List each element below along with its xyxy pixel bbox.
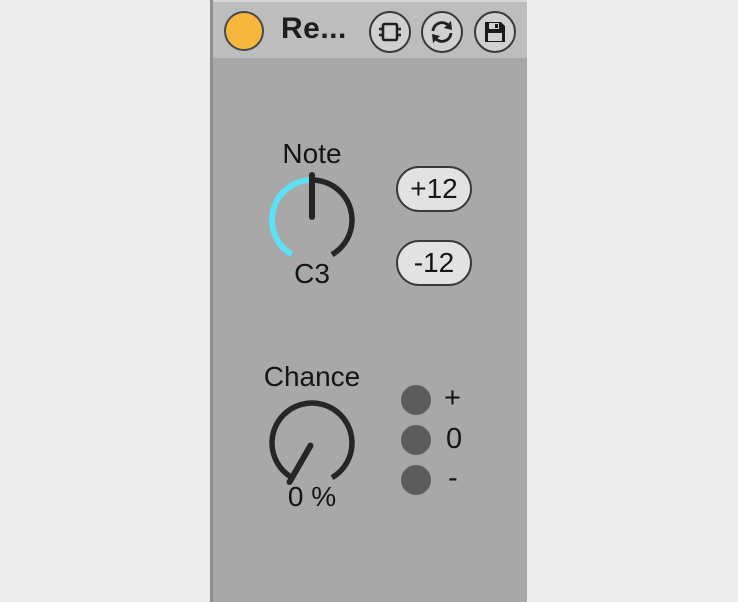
note-knob[interactable]	[262, 170, 362, 270]
device-panel: Re... Note C3 +12 -12 Chance 0 % + 0 -	[210, 0, 527, 602]
note-knob-value-arc	[269, 177, 313, 258]
chance-knob-needle	[286, 442, 314, 485]
device-power-button[interactable]	[224, 11, 264, 51]
chance-option-minus-label: -	[448, 462, 458, 494]
chance-option-minus[interactable]	[401, 465, 431, 495]
save-preset-icon	[485, 22, 505, 42]
chance-value: 0 %	[287, 481, 337, 512]
refresh-button[interactable]	[421, 11, 463, 53]
chance-option-plus-label: +	[444, 382, 461, 414]
chance-option-plus[interactable]	[401, 385, 431, 415]
octave-down-button[interactable]: -12	[396, 240, 472, 286]
panel-edge	[210, 0, 213, 602]
chance-option-zero-label: 0	[446, 423, 463, 455]
chance-option-zero[interactable]	[401, 425, 431, 455]
device-titlebar: Re...	[213, 0, 527, 58]
refresh-icon	[431, 21, 453, 43]
note-label: Note	[282, 138, 342, 169]
chance-knob[interactable]	[262, 393, 362, 493]
chance-label: Chance	[263, 361, 361, 392]
hot-swap-button[interactable]	[369, 11, 411, 53]
save-preset-button[interactable]	[474, 11, 516, 53]
octave-up-button[interactable]: +12	[396, 166, 472, 212]
hot-swap-icon	[379, 22, 401, 42]
device-title: Re...	[281, 12, 347, 45]
chance-knob-track	[269, 400, 355, 481]
note-value: C3	[294, 258, 330, 289]
